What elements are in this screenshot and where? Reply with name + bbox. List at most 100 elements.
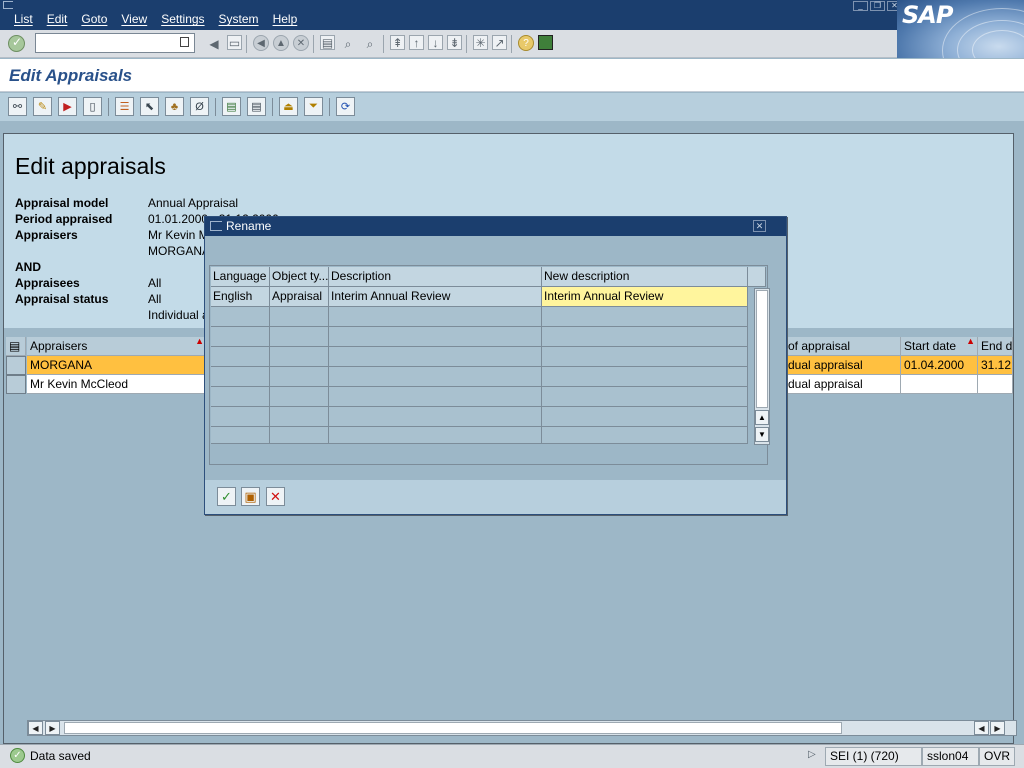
- confirm-button[interactable]: ✓: [217, 487, 236, 506]
- dialog-menu-icon[interactable]: [210, 221, 222, 231]
- next-page-icon[interactable]: ↓: [428, 35, 443, 50]
- table-cell-start-date[interactable]: 01.04.2000: [901, 356, 978, 375]
- empty-cell[interactable]: [329, 307, 542, 327]
- restore-icon[interactable]: ❐: [870, 1, 885, 11]
- status-message[interactable]: Data saved: [30, 749, 91, 763]
- status-expand-icon[interactable]: ▷: [808, 749, 816, 760]
- empty-cell[interactable]: [329, 327, 542, 347]
- details-icon[interactable]: ☰: [115, 97, 134, 116]
- scrollbar-thumb[interactable]: [64, 722, 842, 734]
- dialog-close-icon[interactable]: ✕: [753, 220, 766, 232]
- shortcut-icon[interactable]: ↗: [492, 35, 507, 50]
- scrollbar-thumb[interactable]: [756, 290, 768, 408]
- scroll-right-icon[interactable]: ▶: [45, 721, 60, 735]
- sort-icon[interactable]: ⏏: [279, 97, 298, 116]
- empty-cell[interactable]: [211, 347, 270, 367]
- save-button[interactable]: ▣: [241, 487, 260, 506]
- empty-cell[interactable]: [270, 347, 329, 367]
- execute-icon[interactable]: ▶: [58, 97, 77, 116]
- save-icon[interactable]: ▭: [227, 35, 242, 50]
- column-header-start-date[interactable]: Start date ▲: [901, 337, 978, 356]
- scroll-left-icon[interactable]: ◀: [28, 721, 43, 735]
- scroll-down-icon[interactable]: ▼: [755, 427, 769, 442]
- scroll-right-end-icon[interactable]: ▶: [990, 721, 1005, 735]
- menu-system[interactable]: System: [219, 12, 259, 26]
- row-selector[interactable]: [6, 375, 26, 394]
- create-icon[interactable]: ▯: [83, 97, 102, 116]
- empty-cell[interactable]: [329, 347, 542, 367]
- scroll-up-icon[interactable]: ▲: [755, 410, 769, 425]
- menu-view[interactable]: View: [121, 12, 147, 26]
- last-page-icon[interactable]: ⇟: [447, 35, 462, 50]
- column-header-appraisers[interactable]: Appraisers ▲: [27, 337, 207, 356]
- column-header-end-date[interactable]: End d: [978, 337, 1013, 356]
- export-icon[interactable]: ▤: [222, 97, 241, 116]
- empty-cell[interactable]: [542, 387, 748, 407]
- menu-goto[interactable]: Goto: [81, 12, 107, 26]
- minimize-icon[interactable]: _: [853, 1, 868, 11]
- empty-cell[interactable]: [211, 407, 270, 427]
- display-change-icon[interactable]: ⚯: [8, 97, 27, 116]
- find-next-icon[interactable]: ⌕: [361, 35, 379, 53]
- command-history-icon[interactable]: [180, 37, 189, 47]
- back-icon[interactable]: ◀: [253, 35, 269, 51]
- empty-cell[interactable]: [329, 427, 542, 444]
- table-cell-appraiser[interactable]: Mr Kevin McCleod: [27, 375, 207, 394]
- empty-cell[interactable]: [329, 387, 542, 407]
- print-icon[interactable]: ▤: [320, 35, 335, 50]
- empty-cell[interactable]: [270, 427, 329, 444]
- scroll-left-end-icon[interactable]: ◀: [974, 721, 989, 735]
- empty-cell[interactable]: [270, 387, 329, 407]
- cancel-icon[interactable]: ✕: [293, 35, 309, 51]
- table-cell-end-date[interactable]: [978, 375, 1013, 394]
- new-description-input[interactable]: Interim Annual Review: [542, 287, 748, 307]
- column-settings-icon[interactable]: [748, 267, 766, 287]
- column-header-object-type[interactable]: Object ty...: [270, 267, 329, 287]
- import-icon[interactable]: ▤: [247, 97, 266, 116]
- empty-cell[interactable]: [329, 407, 542, 427]
- empty-cell[interactable]: [211, 367, 270, 387]
- menu-edit[interactable]: Edit: [47, 12, 68, 26]
- empty-cell[interactable]: [542, 307, 748, 327]
- first-page-icon[interactable]: ⇞: [390, 35, 405, 50]
- empty-cell[interactable]: [542, 347, 748, 367]
- table-cell-type[interactable]: dual appraisal: [785, 356, 901, 375]
- refresh-icon[interactable]: ⟳: [336, 97, 355, 116]
- table-cell-start-date[interactable]: [901, 375, 978, 394]
- column-header-description[interactable]: Description: [329, 267, 542, 287]
- help-icon[interactable]: ?: [518, 35, 534, 51]
- menu-settings[interactable]: Settings: [161, 12, 204, 26]
- table-cell-type[interactable]: dual appraisal: [785, 375, 901, 394]
- exit-icon[interactable]: ▲: [273, 35, 289, 51]
- empty-cell[interactable]: [270, 367, 329, 387]
- empty-cell[interactable]: [211, 387, 270, 407]
- hierarchy-icon[interactable]: ♣: [165, 97, 184, 116]
- empty-cell[interactable]: [542, 407, 748, 427]
- horizontal-scrollbar[interactable]: ◀ ▶ ◀ ▶: [27, 720, 1017, 736]
- collapse-icon[interactable]: ◀: [205, 35, 223, 53]
- edit-icon[interactable]: ✎: [33, 97, 52, 116]
- cancel-button[interactable]: ✕: [266, 487, 285, 506]
- command-field[interactable]: [35, 33, 195, 53]
- select-all-icon[interactable]: ▤: [6, 337, 26, 356]
- vertical-scrollbar[interactable]: ▲ ▼: [754, 288, 770, 445]
- empty-cell[interactable]: [211, 427, 270, 444]
- table-cell-end-date[interactable]: 31.12: [978, 356, 1013, 375]
- menu-help[interactable]: Help: [273, 12, 298, 26]
- column-header-type[interactable]: of appraisal: [785, 337, 901, 356]
- empty-cell[interactable]: [542, 327, 748, 347]
- filter-icon[interactable]: ⏷: [304, 97, 323, 116]
- enter-button[interactable]: [8, 35, 25, 52]
- empty-cell[interactable]: [270, 307, 329, 327]
- empty-cell[interactable]: [270, 327, 329, 347]
- empty-cell[interactable]: [542, 367, 748, 387]
- row-selector[interactable]: [6, 356, 26, 375]
- table-cell-appraiser[interactable]: MORGANA: [27, 356, 207, 375]
- menu-list[interactable]: List: [14, 12, 33, 26]
- delete-icon[interactable]: Ø: [190, 97, 209, 116]
- layout-menu-icon[interactable]: [538, 35, 553, 50]
- select-icon[interactable]: ⬉: [140, 97, 159, 116]
- column-header-new-description[interactable]: New description: [542, 267, 748, 287]
- find-icon[interactable]: ⌕: [339, 35, 357, 53]
- empty-cell[interactable]: [329, 367, 542, 387]
